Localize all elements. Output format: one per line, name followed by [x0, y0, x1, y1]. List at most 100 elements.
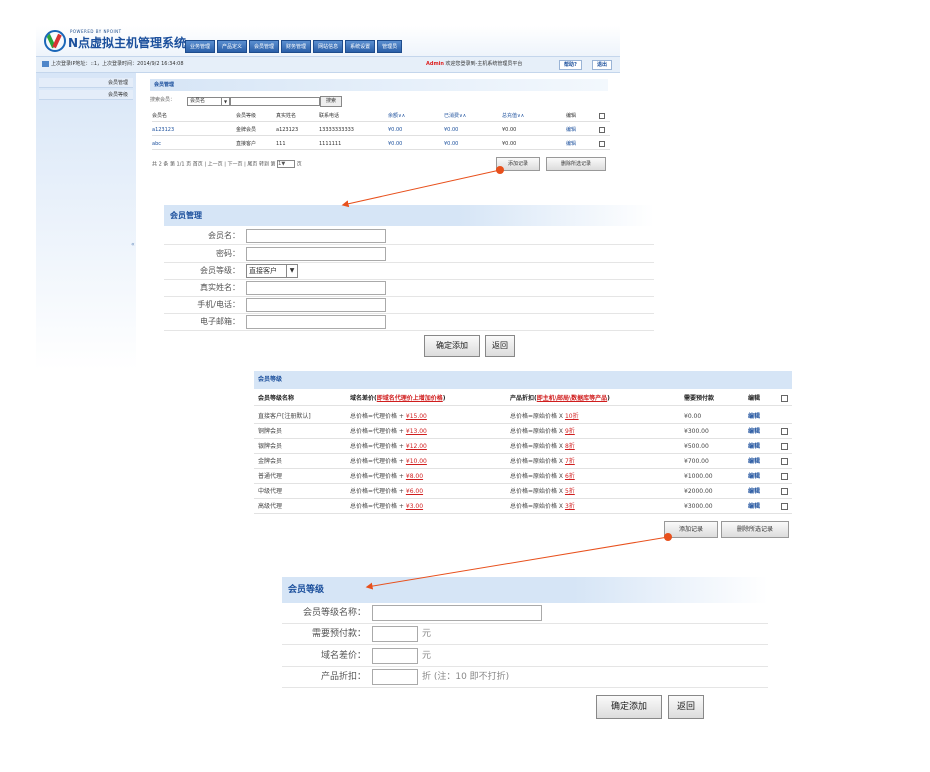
member-confirm-add-button[interactable]: 确定添加 [424, 335, 480, 357]
level-add-record-button[interactable]: 添加记录 [664, 521, 718, 538]
row-checkbox[interactable] [781, 488, 788, 495]
select-all-checkbox[interactable] [599, 113, 605, 119]
level-select[interactable]: 直接客户 ▼ [246, 264, 298, 278]
email-label: 电子邮箱： [200, 317, 240, 326]
prepay-value: ¥500.00 [684, 443, 709, 450]
col-header-name: 会员名 [152, 113, 168, 119]
domain-diff-value: ¥3.00 [405, 503, 424, 510]
row-checkbox[interactable] [781, 443, 788, 450]
level-edit-link[interactable]: 编辑 [748, 469, 760, 484]
product-discount-value: 7折 [564, 458, 575, 465]
level-edit-link[interactable]: 编辑 [748, 409, 760, 424]
member-back-button[interactable]: 返回 [485, 335, 515, 357]
table-row: a123123 金牌会员 a123123 13333333333 ¥0.00 ¥… [152, 124, 610, 136]
domain-formula: 总价格=代理价格 + [350, 413, 406, 420]
domain-formula: 总价格=代理价格 + [350, 473, 406, 480]
logout-button[interactable]: 退出 [592, 60, 613, 70]
sidebar-collapse-icon[interactable]: « [131, 241, 135, 248]
row-checkbox[interactable] [781, 473, 788, 480]
page-select[interactable]: 1▼ [277, 160, 296, 168]
row-checkbox[interactable] [599, 127, 605, 133]
help-button[interactable]: 帮助? [559, 60, 582, 70]
level-edit-link[interactable]: 编辑 [748, 439, 760, 454]
col-header-spent[interactable]: 已消费∨∧ [444, 110, 466, 122]
level-name: 普通代理 [258, 473, 283, 480]
nav-tab-admins[interactable]: 管理员 [377, 40, 403, 53]
domain-diff-value: ¥15.00 [405, 413, 427, 420]
domain-formula: 总价格=代理价格 + [350, 488, 406, 495]
member-phone: 1111111 [319, 141, 342, 147]
level-back-button[interactable]: 返回 [668, 695, 704, 719]
col-header-balance[interactable]: 余额∨∧ [388, 110, 405, 122]
level-select-all-checkbox[interactable] [781, 395, 788, 402]
level-select-value: 直接客户 [249, 267, 277, 275]
nav-tab-settings[interactable]: 系统设置 [345, 40, 376, 53]
password-input[interactable] [246, 247, 386, 261]
row-checkbox[interactable] [781, 428, 788, 435]
email-input[interactable] [246, 315, 386, 329]
product-formula: 总价格=原始价格 X [510, 413, 565, 420]
domain-diff-input[interactable] [372, 648, 418, 664]
table-row: 铜牌会员 总价格=代理价格 + ¥13.00 总价格=原始价格 X 9折 ¥300.0… [254, 424, 792, 439]
product-formula: 总价格=原始价格 X [510, 473, 565, 480]
add-record-button[interactable]: 添加记录 [496, 157, 540, 171]
username-input[interactable] [246, 229, 386, 243]
member-list-title: 会员管理 [150, 79, 608, 91]
level-confirm-add-button[interactable]: 确定添加 [596, 695, 662, 719]
col-header-edit: 编辑 [566, 113, 577, 119]
col-header-total[interactable]: 总充值∨∧ [502, 110, 524, 122]
member-realname: 111 [276, 141, 286, 147]
nav-tab-members[interactable]: 会员管理 [249, 40, 280, 53]
level-edit-link[interactable]: 编辑 [748, 454, 760, 469]
table-row: 高级代理 总价格=代理价格 + ¥3.00 总价格=原始价格 X 3折 ¥3000.0… [254, 499, 792, 514]
level-edit-link[interactable]: 编辑 [748, 499, 760, 514]
pagination-text: 共 2 条 第 1/1 页 首页 | 上一页 | 下一页 | 尾页 转到 第 [152, 161, 276, 168]
domain-diff-cell: 总价格=代理价格 + ¥10.00 [350, 454, 427, 469]
table-row: abc 直接客户 111 1111111 ¥0.00 ¥0.00 ¥0.00 编… [152, 138, 610, 150]
level-edit-link[interactable]: 编辑 [748, 484, 760, 499]
edit-link[interactable]: 编辑 [566, 124, 576, 136]
col-header-level-name: 会员等级名称 [258, 395, 295, 402]
product-discount-unit: 折 (注：10 即不打折) [422, 672, 510, 682]
form-row-product-discount: 产品折扣： 折 (注：10 即不打折) [282, 667, 768, 688]
search-field-value: 会员名 [190, 98, 206, 104]
domain-diff-value: ¥12.00 [405, 443, 427, 450]
table-row: 中级代理 总价格=代理价格 + ¥6.00 总价格=原始价格 X 5折 ¥2000.0… [254, 484, 792, 499]
nav-tab-site-info[interactable]: 网站信息 [313, 40, 344, 53]
search-button[interactable]: 搜索 [320, 96, 342, 107]
sidebar-item-levels[interactable]: 会员等级 [39, 90, 133, 100]
row-checkbox[interactable] [781, 458, 788, 465]
row-checkbox[interactable] [781, 503, 788, 510]
welcome-text: 欢迎您登录到-主机系统管理员平台 [445, 61, 523, 67]
domain-diff-cell: 总价格=代理价格 + ¥6.00 [350, 484, 423, 499]
pagination-suffix: 页 [296, 161, 302, 168]
product-discount-input[interactable] [372, 669, 418, 685]
row-checkbox[interactable] [599, 141, 605, 147]
prepay-input[interactable] [372, 626, 418, 642]
level-edit-link[interactable]: 编辑 [748, 424, 760, 439]
member-name-link[interactable]: a123123 [152, 124, 174, 136]
domain-diff-cell: 总价格=代理价格 + ¥15.00 [350, 409, 427, 424]
prepay-value: ¥0.00 [684, 413, 702, 420]
phone-label: 手机/电话： [197, 300, 240, 309]
domain-diff-value: ¥6.00 [405, 488, 424, 495]
chevron-down-icon: ▼ [221, 98, 229, 105]
domain-diff-value: ¥8.00 [405, 473, 424, 480]
delete-selected-button[interactable]: 删除所选记录 [546, 157, 606, 171]
product-discount-cell: 总价格=原始价格 X 5折 [510, 484, 575, 499]
phone-input[interactable] [246, 298, 386, 312]
search-field-select[interactable]: 会员名 ▼ [187, 97, 230, 106]
member-name-link[interactable]: abc [152, 138, 161, 150]
level-name-input[interactable] [372, 605, 542, 621]
nav-tab-products[interactable]: 产品定义 [217, 40, 248, 53]
nav-tab-business[interactable]: 业务管理 [185, 40, 216, 53]
sidebar-item-members[interactable]: 会员管理 [39, 78, 133, 88]
level-delete-selected-button[interactable]: 删除所选记录 [721, 521, 789, 538]
nav-tab-finance[interactable]: 财务管理 [281, 40, 312, 53]
level-name: 铜牌会员 [258, 428, 283, 435]
form-row-username: 会员名： [164, 227, 654, 245]
search-input[interactable] [230, 97, 320, 106]
edit-link[interactable]: 编辑 [566, 138, 576, 150]
search-label: 搜索会员： [150, 97, 176, 103]
realname-input[interactable] [246, 281, 386, 295]
